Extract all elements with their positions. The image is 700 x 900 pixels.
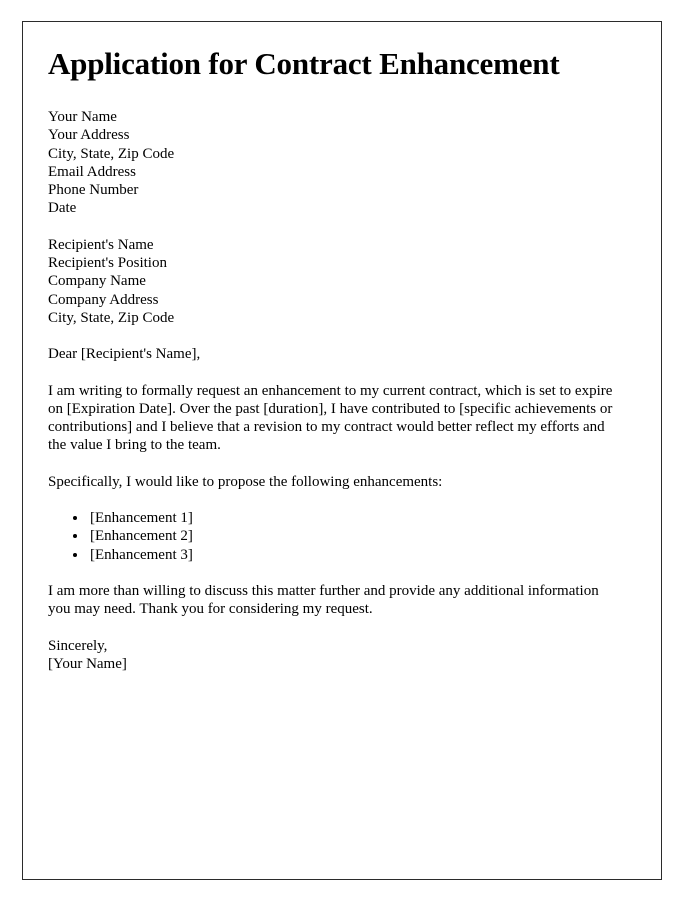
sender-address-block: Your Name Your Address City, State, Zip …	[48, 108, 614, 218]
list-item: [Enhancement 3]	[88, 546, 614, 564]
document-page: Application for Contract Enhancement You…	[22, 21, 662, 880]
body-paragraph-1: I am writing to formally request an enha…	[48, 382, 613, 454]
recipient-address-block: Recipient's Name Recipient's Position Co…	[48, 236, 614, 327]
sender-email: Email Address	[48, 163, 136, 180]
recipient-city-state-zip: City, State, Zip Code	[48, 309, 175, 326]
list-item: [Enhancement 1]	[88, 509, 614, 527]
closing-salutation: Sincerely,	[48, 637, 108, 654]
recipient-name: Recipient's Name	[48, 236, 154, 253]
sender-phone: Phone Number	[48, 182, 139, 199]
body-paragraph-2: Specifically, I would like to propose th…	[48, 473, 443, 490]
enhancements-list: [Enhancement 1] [Enhancement 2] [Enhance…	[48, 509, 614, 564]
sender-city-state-zip: City, State, Zip Code	[48, 145, 175, 162]
recipient-company-address: Company Address	[48, 291, 159, 308]
body-paragraph-3: I am more than willing to discuss this m…	[48, 582, 599, 618]
signature-name: [Your Name]	[48, 655, 127, 672]
recipient-company-name: Company Name	[48, 273, 146, 290]
sender-date: Date	[48, 200, 77, 217]
list-item: [Enhancement 2]	[88, 527, 614, 545]
closing-block: Sincerely, [Your Name]	[48, 637, 614, 674]
sender-name: Your Name	[48, 109, 117, 125]
salutation: Dear [Recipient's Name],	[48, 346, 201, 363]
page-title: Application for Contract Enhancement	[48, 46, 560, 81]
recipient-position: Recipient's Position	[48, 255, 167, 272]
document-content: Application for Contract Enhancement You…	[48, 46, 614, 691]
sender-address: Your Address	[48, 127, 130, 144]
